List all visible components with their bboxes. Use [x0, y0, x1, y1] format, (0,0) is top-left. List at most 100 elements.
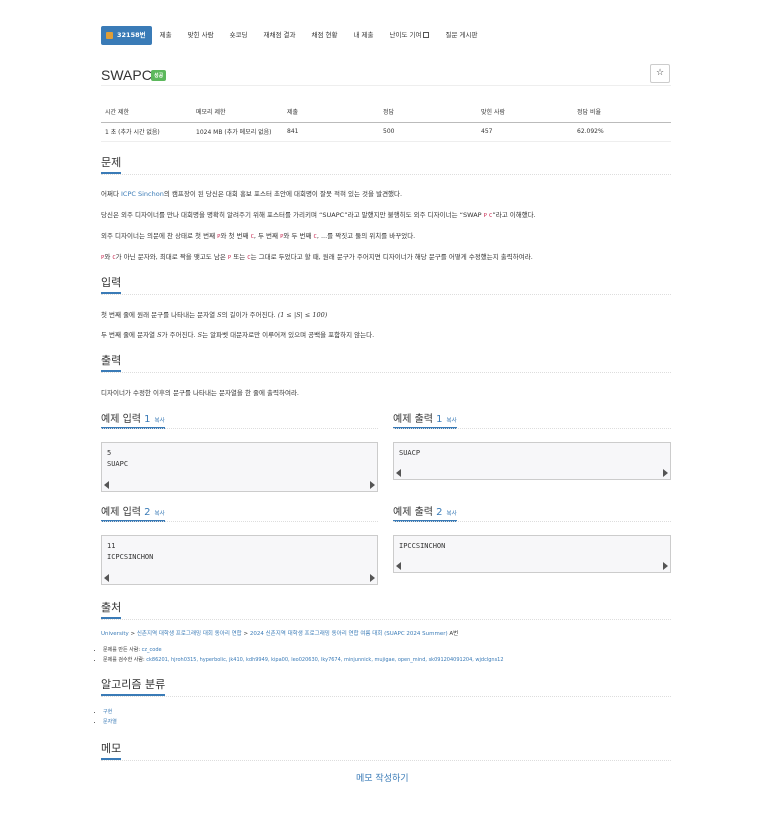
title-row: SWAPC 성공 ☆	[101, 64, 671, 86]
tab-solvers[interactable]: 맞힌 사람	[180, 26, 222, 45]
reviewer-links[interactable]: ck86201, hjroh0315, hyperbolic, jk410, k…	[146, 657, 503, 663]
scroll-left-icon[interactable]	[104, 573, 109, 582]
maker-link[interactable]: cz_code	[142, 647, 162, 653]
sample-divider	[101, 428, 378, 429]
header-ratio: 정답 비율	[573, 102, 671, 123]
section-title-source: 출처	[101, 599, 122, 619]
value-time-limit: 1 초 (추가 시간 없음)	[101, 122, 192, 142]
tab-submit[interactable]: 제출	[152, 26, 180, 45]
source-link-contest[interactable]: 2024 신촌지역 대학생 프로그래밍 동아리 연합 여름 대회 (SUAPC …	[250, 631, 448, 637]
section-divider	[101, 696, 671, 697]
scroll-right-icon[interactable]	[663, 561, 668, 570]
tab-rejudge[interactable]: 재채점 결과	[256, 26, 304, 45]
tag-link[interactable]: 문자열	[103, 719, 117, 725]
sample-input-1-title: 예제 입력 1 복사	[101, 410, 165, 429]
header-submissions: 제출	[283, 102, 379, 123]
section-problem-header: 문제	[101, 154, 671, 175]
statement-line-1: 어쩌다 ICPC Sinchon의 캠프장이 된 당신은 대회 홍보 포스터 초…	[101, 190, 403, 198]
output-line-1: 디자이너가 수정한 이후의 문구를 나타내는 문자열을 한 줄에 출력하여라.	[101, 389, 299, 397]
list-item: 문제를 검수한 사람: ck86201, hjroh0315, hyperbol…	[103, 656, 504, 663]
tab-short-coding[interactable]: 숏코딩	[222, 26, 256, 45]
section-title-problem: 문제	[101, 154, 122, 174]
horizontal-scrollbar[interactable]	[396, 468, 668, 477]
section-title-output: 출력	[101, 352, 122, 372]
list-item: 문제를 만든 사람: cz_code	[103, 646, 504, 653]
list-item: 구현	[103, 708, 117, 715]
section-source-header: 출처	[101, 599, 671, 620]
copy-button[interactable]: 복사	[155, 511, 165, 517]
section-output-header: 출력	[101, 352, 671, 373]
scroll-right-icon[interactable]	[370, 573, 375, 582]
sample-divider	[393, 521, 671, 522]
tab-status[interactable]: 채점 현황	[303, 26, 345, 45]
source-breadcrumb: University > 신촌지역 대학생 프로그래밍 대회 동아리 연합 > …	[101, 631, 459, 637]
source-link-university[interactable]: University	[101, 631, 129, 637]
sample-input-1[interactable]: 5 SUAPC	[101, 442, 378, 492]
section-algorithm-header: 알고리즘 분류	[101, 676, 671, 697]
info-value-row: 1 초 (추가 시간 없음) 1024 MB (추가 메모리 없음) 841 5…	[101, 122, 671, 142]
problem-info-table: 시간 제한 메모리 제한 제출 정답 맞힌 사람 정답 비율 1 초 (추가 시…	[101, 102, 671, 142]
header-time-limit: 시간 제한	[101, 102, 192, 123]
tab-my-submissions[interactable]: 내 제출	[345, 26, 381, 45]
section-divider	[101, 760, 671, 761]
scroll-left-icon[interactable]	[396, 561, 401, 570]
copy-button[interactable]: 복사	[447, 511, 457, 517]
value-solvers: 457	[477, 122, 573, 142]
header-solvers: 맞힌 사람	[477, 102, 573, 123]
sample-output-2[interactable]: IPCCSINCHON	[393, 535, 671, 573]
sample-input-2-title: 예제 입력 2 복사	[101, 503, 165, 522]
section-memo-header: 메모	[101, 740, 671, 761]
sample-divider	[101, 521, 378, 522]
horizontal-scrollbar[interactable]	[396, 561, 668, 570]
statement-line-2: 당신은 외주 디자이너를 만나 대회명을 명확히 알려주기 위해 포스터를 가리…	[101, 211, 536, 219]
star-icon[interactable]: ☆	[650, 64, 670, 83]
external-link-icon	[423, 32, 430, 38]
value-memory-limit: 1024 MB (추가 메모리 없음)	[192, 122, 283, 142]
icpc-sinchon-link[interactable]: ICPC Sinchon	[121, 190, 164, 198]
section-divider	[101, 174, 671, 175]
tier-icon	[106, 32, 113, 39]
tab-problem-id[interactable]: 32158번	[101, 26, 152, 45]
value-submissions: 841	[283, 122, 379, 142]
source-link-club[interactable]: 신촌지역 대학생 프로그래밍 대회 동아리 연합	[137, 631, 242, 637]
sample-divider	[393, 428, 671, 429]
scroll-right-icon[interactable]	[370, 480, 375, 489]
value-accepted: 500	[379, 122, 477, 142]
list-item: 문자열	[103, 718, 117, 725]
horizontal-scrollbar[interactable]	[104, 573, 375, 582]
section-input-header: 입력	[101, 274, 671, 295]
header-accepted: 정답	[379, 102, 477, 123]
scroll-left-icon[interactable]	[396, 468, 401, 477]
algorithm-tags: 구현 문자열	[95, 708, 117, 728]
page-title: SWAPC	[101, 67, 152, 83]
copy-button[interactable]: 복사	[155, 418, 165, 424]
value-ratio: 62.092%	[573, 122, 671, 142]
section-title-memo: 메모	[101, 740, 122, 760]
section-divider	[101, 619, 671, 620]
info-header-row: 시간 제한 메모리 제한 제출 정답 맞힌 사람 정답 비율	[101, 102, 671, 123]
section-title-algorithm: 알고리즘 분류	[101, 676, 166, 696]
write-memo-button[interactable]: 메모 작성하기	[356, 771, 409, 784]
section-divider	[101, 294, 671, 295]
input-line-1: 첫 번째 줄에 원래 문구를 나타내는 문자열 S의 길이가 주어진다. (1 …	[101, 311, 328, 319]
problem-menu: 32158번 제출 맞힌 사람 숏코딩 재채점 결과 채점 현황 내 제출 난이…	[101, 26, 485, 45]
status-badge: 성공	[151, 70, 167, 81]
statement-line-3: 외주 디자이너는 의문에 찬 상태로 첫 번째 P와 첫 번째 C, 두 번째 …	[101, 232, 416, 240]
scroll-right-icon[interactable]	[663, 468, 668, 477]
horizontal-scrollbar[interactable]	[104, 480, 375, 489]
sample-output-2-title: 예제 출력 2 복사	[393, 503, 457, 522]
tab-difficulty[interactable]: 난이도 기여	[382, 26, 438, 45]
statement-line-4: P와 C가 아닌 문자와, 최대로 짝을 맺고도 남은 P 또는 C는 그대로 …	[101, 253, 533, 261]
sample-output-1-title: 예제 출력 1 복사	[393, 410, 457, 429]
scroll-left-icon[interactable]	[104, 480, 109, 489]
tag-link[interactable]: 구현	[103, 709, 112, 715]
sample-output-1[interactable]: SUACP	[393, 442, 671, 480]
section-divider	[101, 372, 671, 373]
copy-button[interactable]: 복사	[447, 418, 457, 424]
section-title-input: 입력	[101, 274, 122, 294]
tab-board[interactable]: 질문 게시판	[437, 26, 485, 45]
input-line-2: 두 번째 줄에 문자열 S가 주어진다. S는 알파벳 대문자로만 이루어져 있…	[101, 331, 375, 339]
header-memory-limit: 메모리 제한	[192, 102, 283, 123]
sample-input-2[interactable]: 11 ICPCSINCHON	[101, 535, 378, 585]
source-credits: 문제를 만든 사람: cz_code 문제를 검수한 사람: ck86201, …	[95, 646, 504, 666]
